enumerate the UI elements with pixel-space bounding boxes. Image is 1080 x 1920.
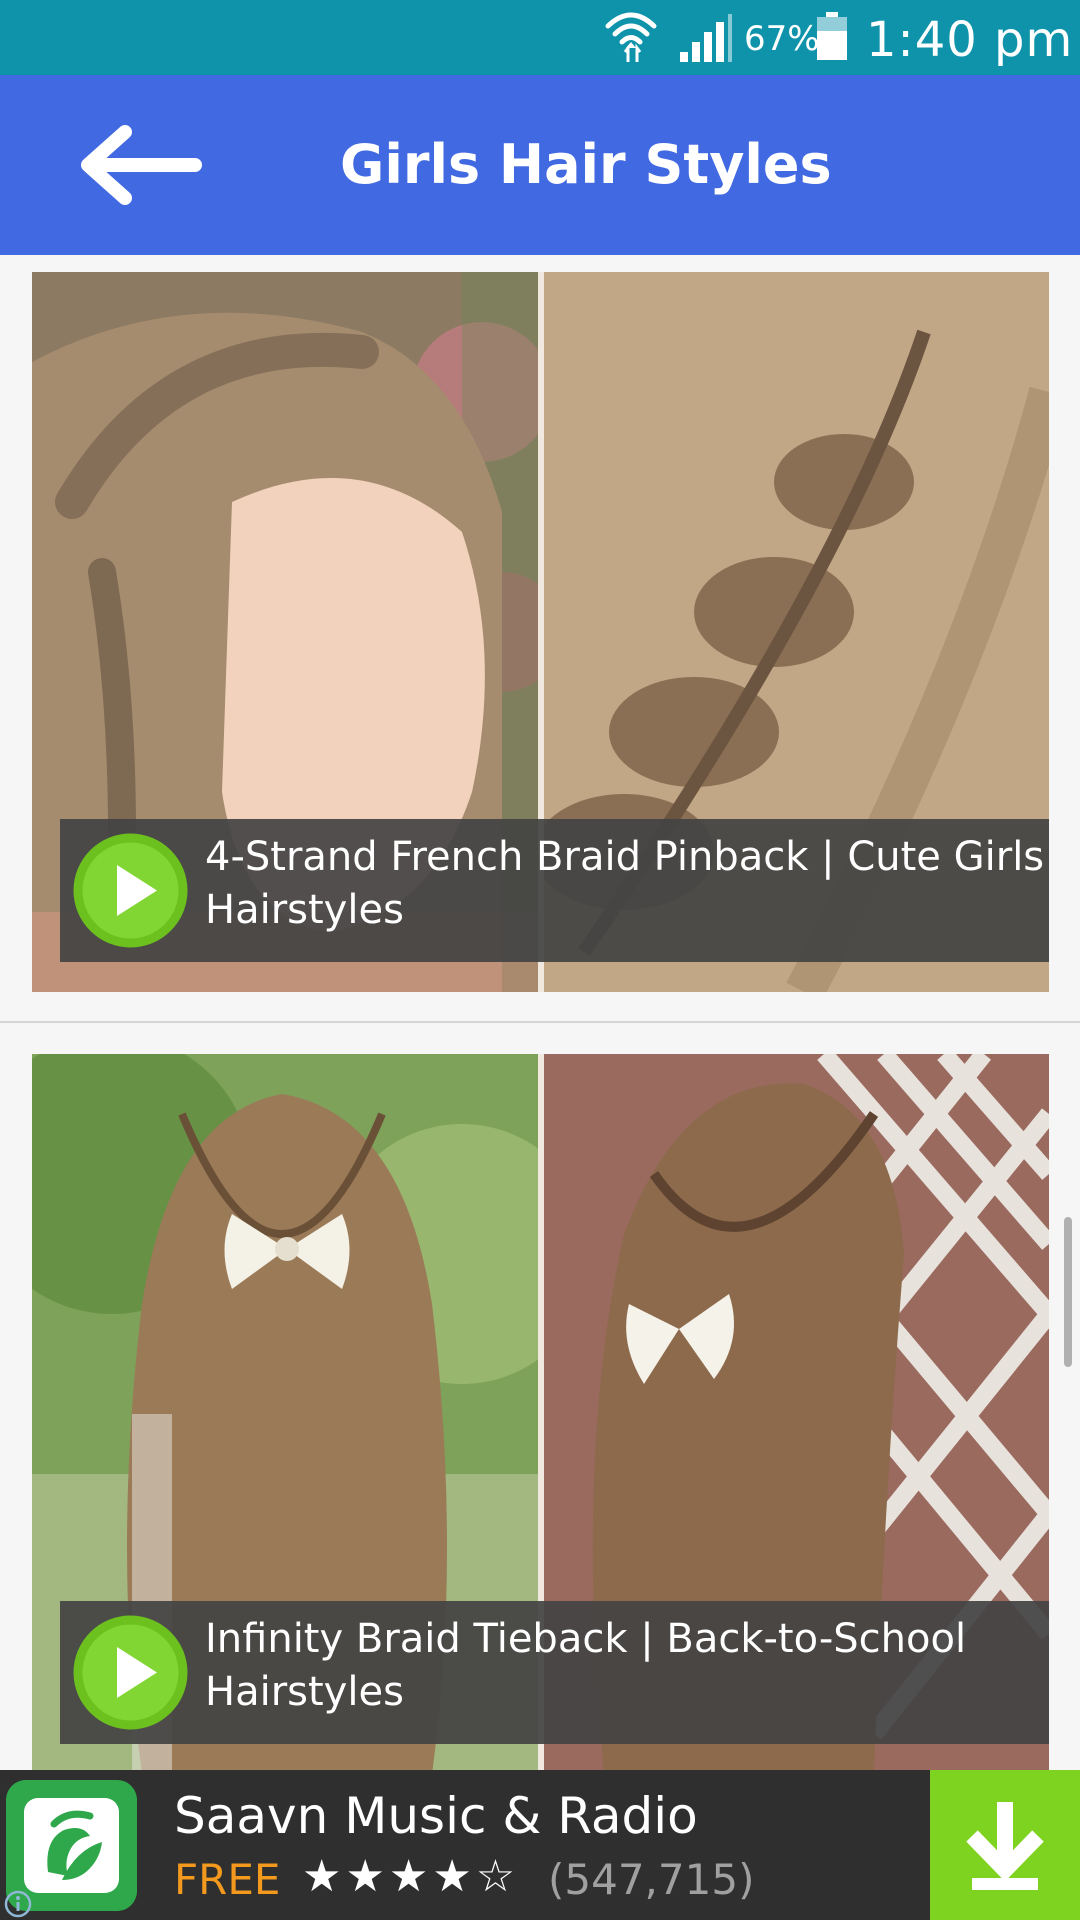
play-button[interactable] — [73, 1615, 188, 1730]
play-icon — [73, 1615, 188, 1730]
battery-percent: 67% — [744, 19, 820, 59]
play-icon — [73, 833, 188, 948]
back-button[interactable] — [70, 120, 210, 210]
info-icon[interactable] — [4, 1890, 32, 1918]
ad-review-count: (547,715) — [548, 1855, 755, 1904]
app-bar: Girls Hair Styles — [0, 75, 1080, 255]
ad-banner[interactable]: Saavn Music & Radio FREE ★★★★☆ (547,715) — [0, 1770, 1080, 1920]
ad-rating-stars: ★★★★☆ — [302, 1851, 520, 1902]
signal-icon — [680, 14, 732, 62]
install-button[interactable] — [930, 1770, 1080, 1920]
video-caption-bar[interactable]: 4-Strand French Braid Pinback | Cute Gir… — [60, 819, 1049, 962]
page-title: Girls Hair Styles — [340, 133, 832, 196]
status-bar: 67% 1:40 pm — [0, 0, 1080, 75]
video-feed[interactable]: 4-Strand French Braid Pinback | Cute Gir… — [0, 255, 1080, 1770]
video-title[interactable]: Infinity Braid Tieback | Back-to-School … — [205, 1613, 1045, 1719]
video-caption-bar[interactable]: Infinity Braid Tieback | Back-to-School … — [60, 1601, 1049, 1744]
video-card[interactable]: 4-Strand French Braid Pinback | Cute Gir… — [32, 272, 1049, 992]
arrow-left-icon — [81, 125, 202, 205]
clock: 1:40 pm — [866, 12, 1074, 68]
scrollbar-thumb[interactable] — [1064, 1217, 1072, 1367]
wifi-icon — [605, 12, 657, 62]
ad-title[interactable]: Saavn Music & Radio — [174, 1786, 698, 1846]
video-card[interactable]: Infinity Braid Tieback | Back-to-School … — [32, 1054, 1049, 1770]
card-separator — [0, 1021, 1080, 1023]
video-title[interactable]: 4-Strand French Braid Pinback | Cute Gir… — [205, 831, 1045, 937]
ad-price: FREE — [174, 1855, 281, 1904]
play-button[interactable] — [73, 833, 188, 948]
battery-icon — [817, 12, 847, 60]
